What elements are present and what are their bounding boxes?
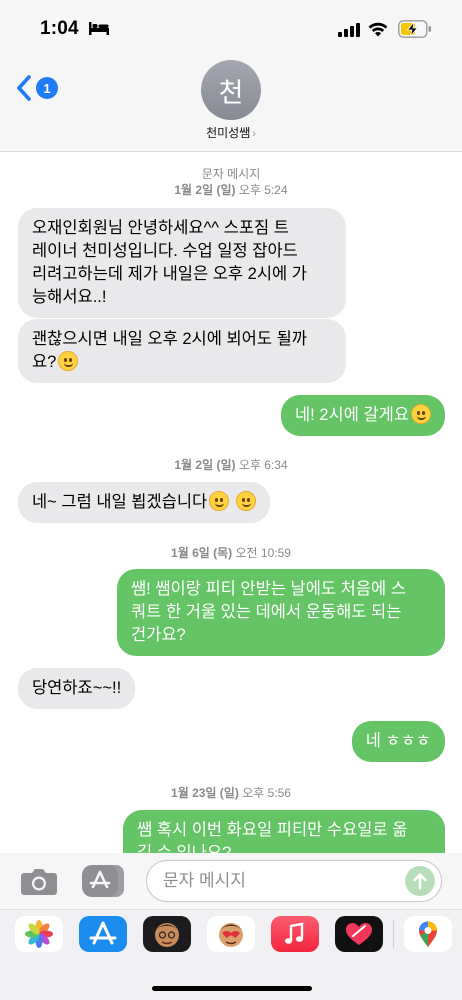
chevron-right-icon: › [252,128,256,140]
message-text: 네~ 그럼 내일 뵙겠습니다 [32,493,208,511]
unread-count-badge: 1 [36,77,58,99]
send-button[interactable] [405,866,435,896]
message-outgoing[interactable]: 네! 2시에 갈게요 [280,395,445,436]
contact-avatar[interactable]: 천 [201,60,261,120]
smiling-face-emoji-icon [58,351,79,371]
maps-icon[interactable] [404,916,452,952]
timestamp-time: 오후 5:56 [242,786,291,800]
contact-name: 천미성쌤 [206,126,251,140]
timestamp-time: 오전 10:59 [235,546,291,560]
message-line: 리려고하는데 제가 내일은 오후 2시에 가 [32,265,307,283]
status-bar: 1:04 [0,0,462,56]
timestamp-day: 1월 6일 (목) [171,546,233,560]
camera-icon[interactable] [20,865,58,897]
message-incoming[interactable]: 오재인회원님 안녕하세요^^ 스포짐 트 레이너 천미성입니다. 수업 일정 잡… [18,208,346,318]
message-outgoing[interactable]: 네 ㅎㅎㅎ [351,721,445,762]
smiling-face-emoji-icon [235,491,256,511]
timestamp-day: 1월 2일 (일) [174,183,236,197]
message-text: 네! 2시에 갈게요 [294,406,409,424]
message-incoming[interactable]: 괜찮으시면 내일 오후 2시에 뵈어도 될까 요? [18,319,346,383]
arrow-up-icon [413,873,427,890]
photos-icon[interactable] [15,916,63,952]
app-drawer [0,909,462,1000]
memoji-stickers-icon[interactable] [207,916,255,952]
message-line: 쌤 혹시 이번 화요일 피티만 수요일로 옮 [137,821,408,839]
app-store-icon[interactable] [79,916,127,952]
wifi-icon [368,22,388,37]
message-text: 당연하죠~~!! [32,679,122,697]
message-line: 길 수 있나요? [137,844,232,853]
timestamp: 1월 6일 (목) 오전 10:59 [0,545,462,561]
battery-charging-icon [398,20,431,38]
chevron-left-icon [17,75,31,101]
contact-name-button[interactable]: 천미성쌤 › [0,124,462,141]
home-indicator[interactable] [152,986,312,991]
message-list[interactable]: 문자 메시지 1월 2일 (일) 오후 5:24 오재인회원님 안녕하세요^^ … [0,153,462,853]
smiling-face-emoji-icon [209,491,230,511]
message-input[interactable] [146,860,442,902]
status-time: 1:04 [40,18,79,39]
message-incoming[interactable]: 당연하죠~~!! [18,668,136,709]
cellular-signal-icon [338,23,360,37]
message-line: 오재인회원님 안녕하세요^^ 스포짐 트 [32,219,289,237]
timestamp-time: 오후 5:24 [238,183,288,197]
message-composer [0,853,462,909]
timestamp-day: 1월 2일 (일) [174,458,236,472]
grinning-face-emoji-icon [411,404,431,424]
timestamp-time: 오후 6:34 [238,458,288,472]
sleep-bed-icon [89,22,109,35]
back-button[interactable]: 1 [16,74,58,102]
message-incoming[interactable]: 네~ 그럼 내일 뵙겠습니다 [18,482,270,523]
digital-touch-icon[interactable] [335,916,383,952]
timestamp: 1월 23일 (일) 오후 5:56 [0,785,462,801]
music-icon[interactable] [271,916,319,952]
message-line: 괜찮으시면 내일 오후 2시에 뵈어도 될까 [32,330,307,348]
message-line: 능해서요..! [32,288,107,306]
message-line: 건가요? [131,626,186,644]
app-store-apps-icon[interactable] [82,865,124,897]
timestamp: 1월 2일 (일) 오후 6:34 [0,457,462,473]
message-outgoing[interactable]: 쌤 혹시 이번 화요일 피티만 수요일로 옮 길 수 있나요? [123,810,445,853]
message-text: 네 ㅎㅎㅎ [365,732,431,750]
memoji-icon[interactable] [143,916,191,952]
message-line: 요? [32,353,57,371]
message-outgoing[interactable]: 쌤! 쌤이랑 피티 안받는 날에도 처음에 스 쿼트 한 거울 있는 데에서 운… [117,569,445,656]
timestamp: 1월 2일 (일) 오후 5:24 [0,182,462,198]
drawer-separator [393,920,394,948]
service-label: 문자 메시지 [201,167,261,181]
timestamp-day: 1월 23일 (일) [171,786,239,800]
message-line: 쌤! 쌤이랑 피티 안받는 날에도 처음에 스 [131,580,406,598]
message-line: 쿼트 한 거울 있는 데에서 운동해도 되는 [131,603,402,621]
conversation-header: 1 천 천미성쌤 › [0,56,462,152]
message-line: 레이너 천미성입니다. 수업 일정 잡아드 [32,242,298,260]
